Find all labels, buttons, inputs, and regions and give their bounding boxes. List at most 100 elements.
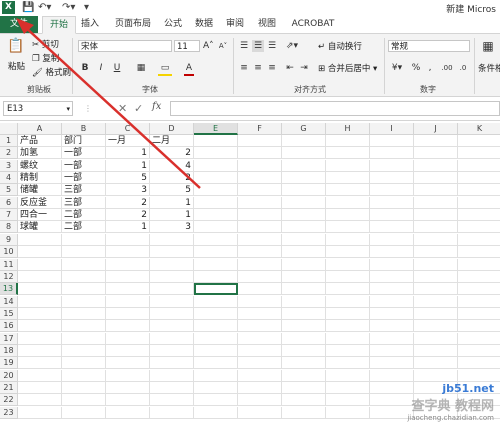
cell-j12[interactable]: [414, 270, 458, 283]
cell-d6[interactable]: 1: [150, 196, 194, 209]
cell-c9[interactable]: [106, 233, 150, 246]
row-header[interactable]: 6: [0, 196, 18, 209]
cell-g18[interactable]: [282, 344, 326, 357]
cell-h14[interactable]: [326, 295, 370, 308]
cell-c14[interactable]: [106, 295, 150, 308]
currency-icon[interactable]: ¥▾: [388, 62, 406, 74]
cell-c5[interactable]: 3: [106, 184, 150, 197]
cell-a4[interactable]: 精制: [18, 172, 62, 185]
cell-g12[interactable]: [282, 270, 326, 283]
tab-insert[interactable]: 插入: [77, 16, 103, 33]
cell-k16[interactable]: [458, 320, 500, 333]
cell-j3[interactable]: [414, 159, 458, 172]
cell-e7[interactable]: [194, 209, 238, 222]
cell-i20[interactable]: [370, 369, 414, 382]
increase-indent-icon[interactable]: ⇥: [298, 62, 310, 74]
decrease-decimal-icon[interactable]: .0: [456, 62, 470, 74]
row-header[interactable]: 7: [0, 209, 18, 222]
cell-g9[interactable]: [282, 233, 326, 246]
row-header[interactable]: 14: [0, 295, 18, 308]
cell-a8[interactable]: 球罐: [18, 221, 62, 234]
cell-e12[interactable]: [194, 270, 238, 283]
tab-review[interactable]: 审阅: [222, 16, 248, 33]
cell-g16[interactable]: [282, 320, 326, 333]
cell-d20[interactable]: [150, 369, 194, 382]
grow-font-button[interactable]: A˄: [203, 40, 214, 52]
row-header[interactable]: 16: [0, 320, 18, 333]
cell-h1[interactable]: [326, 135, 370, 147]
cell-h3[interactable]: [326, 159, 370, 172]
cell-k5[interactable]: [458, 184, 500, 197]
cell-f21[interactable]: [238, 382, 282, 394]
column-header-i[interactable]: I: [370, 123, 414, 135]
cell-f9[interactable]: [238, 233, 282, 246]
cell-h2[interactable]: [326, 147, 370, 160]
cell-j15[interactable]: [414, 307, 458, 320]
cell-a21[interactable]: [18, 382, 62, 394]
cell-a18[interactable]: [18, 344, 62, 357]
cell-f6[interactable]: [238, 196, 282, 209]
cell-d7[interactable]: 1: [150, 209, 194, 222]
cell-f3[interactable]: [238, 159, 282, 172]
cell-b12[interactable]: [62, 270, 106, 283]
cell-a15[interactable]: [18, 307, 62, 320]
cell-c13[interactable]: [106, 283, 150, 296]
copy-button[interactable]: ❐ 复制: [32, 52, 59, 64]
tab-data[interactable]: 数据: [191, 16, 217, 33]
orientation-icon[interactable]: ⇗▾: [284, 40, 300, 52]
cell-e15[interactable]: [194, 307, 238, 320]
cell-g7[interactable]: [282, 209, 326, 222]
cell-d14[interactable]: [150, 295, 194, 308]
cell-e16[interactable]: [194, 320, 238, 333]
cell-c10[interactable]: [106, 246, 150, 259]
cell-h7[interactable]: [326, 209, 370, 222]
row-header[interactable]: 20: [0, 369, 18, 382]
cell-f19[interactable]: [238, 357, 282, 370]
cell-h20[interactable]: [326, 369, 370, 382]
row-header[interactable]: 2: [0, 147, 18, 160]
cell-e9[interactable]: [194, 233, 238, 246]
cell-e19[interactable]: [194, 357, 238, 370]
cell-k12[interactable]: [458, 271, 500, 283]
cell-c20[interactable]: [106, 369, 150, 382]
tab-home[interactable]: 开始: [42, 16, 76, 34]
cell-f15[interactable]: [238, 307, 282, 320]
cell-a12[interactable]: [18, 270, 62, 283]
column-header-e[interactable]: E: [194, 123, 238, 135]
align-right-icon[interactable]: ≡: [266, 62, 278, 74]
cell-b20[interactable]: [62, 369, 106, 382]
undo-icon[interactable]: ↶▾: [38, 2, 51, 13]
row-header[interactable]: 17: [0, 332, 18, 345]
cell-d22[interactable]: [150, 394, 194, 407]
row-header[interactable]: 18: [0, 344, 18, 357]
cell-c7[interactable]: 2: [106, 209, 150, 222]
cell-k1[interactable]: [458, 135, 500, 147]
borders-icon[interactable]: ▦: [134, 62, 148, 74]
cell-f18[interactable]: [238, 344, 282, 357]
cell-f7[interactable]: [238, 209, 282, 222]
cell-i11[interactable]: [370, 258, 414, 271]
cell-a5[interactable]: 储罐: [18, 184, 62, 197]
bold-button[interactable]: B: [80, 62, 90, 74]
column-header-j[interactable]: J: [414, 123, 458, 135]
cell-a1[interactable]: 产品: [18, 135, 62, 147]
redo-icon[interactable]: ↷▾: [62, 2, 75, 13]
cell-j17[interactable]: [414, 332, 458, 345]
name-box[interactable]: E13 ▾: [3, 101, 73, 116]
cell-b11[interactable]: [62, 258, 106, 271]
row-header[interactable]: 13: [0, 283, 18, 296]
cell-i2[interactable]: [370, 147, 414, 160]
cell-h22[interactable]: [326, 394, 370, 407]
row-header[interactable]: 12: [0, 270, 18, 283]
column-header-a[interactable]: A: [18, 123, 62, 135]
cell-j11[interactable]: [414, 258, 458, 271]
row-header[interactable]: 21: [0, 382, 18, 394]
cell-d23[interactable]: [150, 406, 194, 419]
row-header[interactable]: 10: [0, 246, 18, 259]
cell-c18[interactable]: [106, 344, 150, 357]
cell-g15[interactable]: [282, 307, 326, 320]
cell-i12[interactable]: [370, 270, 414, 283]
cell-j6[interactable]: [414, 196, 458, 209]
cell-b17[interactable]: [62, 332, 106, 345]
cell-i4[interactable]: [370, 172, 414, 185]
